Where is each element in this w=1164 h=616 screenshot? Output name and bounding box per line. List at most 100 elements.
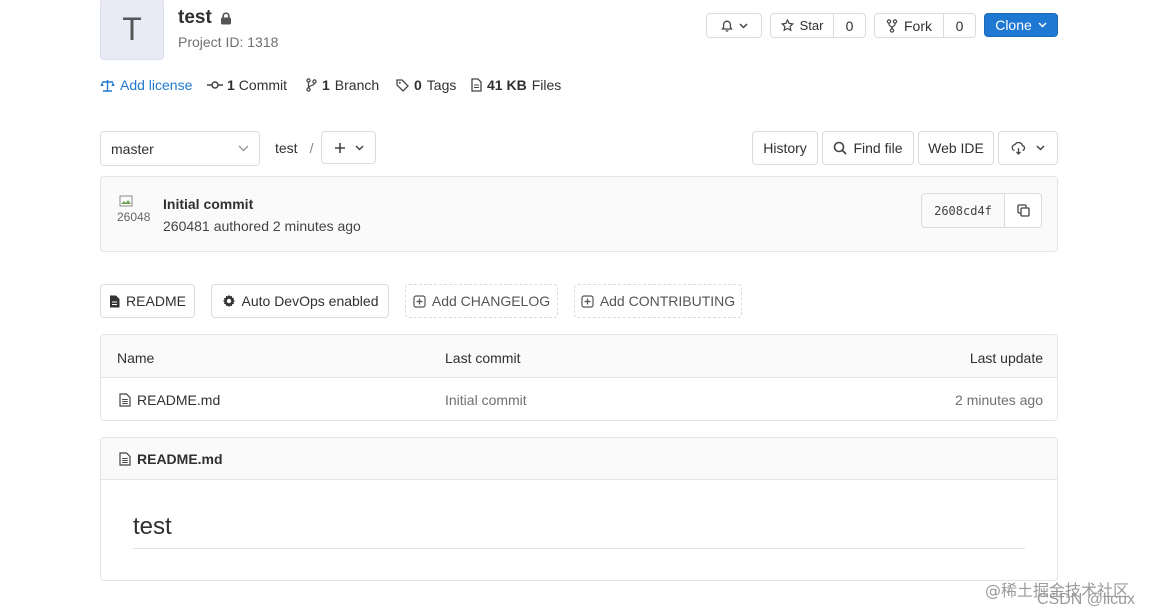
readme-filename[interactable]: README.md [137, 451, 223, 467]
project-name[interactable]: test [178, 7, 212, 29]
author-avatar[interactable]: 26048 [117, 195, 153, 231]
readme-filename-wrapper: README.md [119, 451, 223, 467]
history-label: History [763, 140, 807, 156]
file-name[interactable]: README.md [137, 392, 220, 408]
commit-title[interactable]: Initial commit [163, 196, 253, 212]
star-label: Star [799, 18, 824, 33]
commit-count: 1 [227, 77, 235, 93]
branch-label: Branch [334, 77, 380, 93]
file-table: Name Last commit Last update README.md I… [100, 334, 1058, 421]
tags-label: Tags [426, 77, 457, 93]
commit-sha[interactable]: 2608cd4f [921, 193, 1005, 228]
bell-icon [720, 20, 733, 32]
project-title[interactable]: test [178, 7, 232, 29]
plus-square-icon [581, 294, 594, 308]
project-id: Project ID: 1318 [178, 34, 279, 50]
files-link[interactable]: 41 KB Files [471, 77, 561, 93]
breadcrumb-separator: / [309, 140, 314, 156]
avatar-alt-text: 26048 [117, 210, 151, 224]
commits-link[interactable]: 1 Commit [207, 77, 287, 93]
commit-time: authored 2 minutes ago [213, 218, 361, 234]
broken-image-icon [119, 195, 133, 207]
commit-author[interactable]: 260481 [163, 218, 210, 234]
chevron-down-icon [238, 145, 249, 152]
copy-icon [1016, 204, 1030, 217]
star-count-value: 0 [845, 17, 854, 34]
commit-meta: 260481 authored 2 minutes ago [163, 218, 361, 234]
auto-devops-label: Auto DevOps enabled [241, 293, 379, 309]
tag-icon [396, 78, 409, 92]
add-contributing-button[interactable]: Add CONTRIBUTING [574, 284, 742, 318]
fork-icon [886, 18, 898, 33]
readme-heading-rule [133, 548, 1025, 549]
readme-heading: test [133, 513, 172, 540]
branch-select-value: master [111, 140, 154, 157]
chevron-down-icon [738, 22, 748, 29]
search-icon [833, 141, 848, 155]
download-icon [1011, 141, 1026, 155]
files-size: 41 KB [487, 77, 527, 93]
commit-label: Commit [238, 77, 288, 93]
find-file-label: Find file [853, 140, 903, 156]
last-commit-panel: 26048 Initial commit 260481 authored 2 m… [100, 176, 1058, 252]
breadcrumb: test / [275, 140, 313, 156]
add-to-tree-dropdown[interactable] [321, 131, 376, 164]
web-ide-button[interactable]: Web IDE [918, 131, 994, 165]
copy-sha-button[interactable] [1004, 193, 1042, 228]
project-avatar: T [100, 0, 164, 60]
commit-icon [207, 80, 223, 90]
tags-link[interactable]: 0 Tags [396, 77, 456, 93]
file-text-icon [119, 452, 131, 466]
clone-button[interactable]: Clone [984, 13, 1058, 37]
chevron-down-icon [1036, 145, 1045, 151]
star-icon [780, 19, 794, 32]
add-contributing-label: Add CONTRIBUTING [599, 293, 736, 309]
auto-devops-button[interactable]: Auto DevOps enabled [211, 284, 389, 318]
add-changelog-button[interactable]: Add CHANGELOG [405, 284, 558, 318]
readme-button-label: README [126, 293, 186, 309]
lock-icon [220, 11, 232, 25]
table-row[interactable]: README.md Initial commit 2 minutes ago [101, 378, 1057, 420]
add-license-link[interactable]: Add license [100, 77, 192, 93]
file-text-icon [109, 295, 120, 308]
readme-button[interactable]: README [100, 284, 195, 318]
readme-panel: README.md test [100, 437, 1058, 581]
column-header-last-commit: Last commit [445, 350, 521, 366]
file-name-cell[interactable]: README.md [119, 392, 220, 408]
file-last-commit[interactable]: Initial commit [445, 392, 527, 408]
star-button[interactable]: Star [770, 13, 834, 38]
web-ide-label: Web IDE [928, 140, 984, 156]
project-avatar-letter: T [122, 10, 142, 47]
chevron-down-icon [1038, 22, 1047, 28]
download-dropdown[interactable] [998, 131, 1058, 165]
file-text-icon [119, 393, 131, 407]
gear-icon [222, 294, 236, 308]
branch-select[interactable]: master [100, 131, 260, 166]
table-header: Name Last commit Last update [101, 335, 1057, 378]
file-last-update: 2 minutes ago [955, 392, 1043, 408]
notification-dropdown[interactable] [706, 13, 762, 38]
scale-icon [100, 79, 115, 92]
tags-count: 0 [414, 77, 422, 93]
breadcrumb-project[interactable]: test [275, 140, 298, 156]
add-changelog-label: Add CHANGELOG [431, 293, 551, 309]
plus-square-icon [413, 294, 426, 308]
clone-label: Clone [995, 17, 1032, 33]
star-count[interactable]: 0 [833, 13, 866, 38]
branches-link[interactable]: 1 Branch [306, 77, 379, 93]
history-button[interactable]: History [752, 131, 818, 165]
readme-header: README.md [101, 438, 1057, 480]
fork-count[interactable]: 0 [943, 13, 976, 38]
add-license-label[interactable]: Add license [120, 77, 192, 93]
fork-button[interactable]: Fork [874, 13, 944, 38]
files-label: Files [531, 77, 562, 93]
find-file-button[interactable]: Find file [822, 131, 914, 165]
column-header-last-update: Last update [969, 350, 1043, 366]
fork-label: Fork [904, 17, 932, 34]
branch-count: 1 [322, 77, 330, 93]
fork-count-value: 0 [955, 17, 964, 34]
watermark-line-2: CSDN @licux [1037, 591, 1136, 608]
chevron-down-icon [354, 144, 364, 151]
branch-icon [306, 78, 317, 92]
column-header-name: Name [117, 350, 155, 366]
